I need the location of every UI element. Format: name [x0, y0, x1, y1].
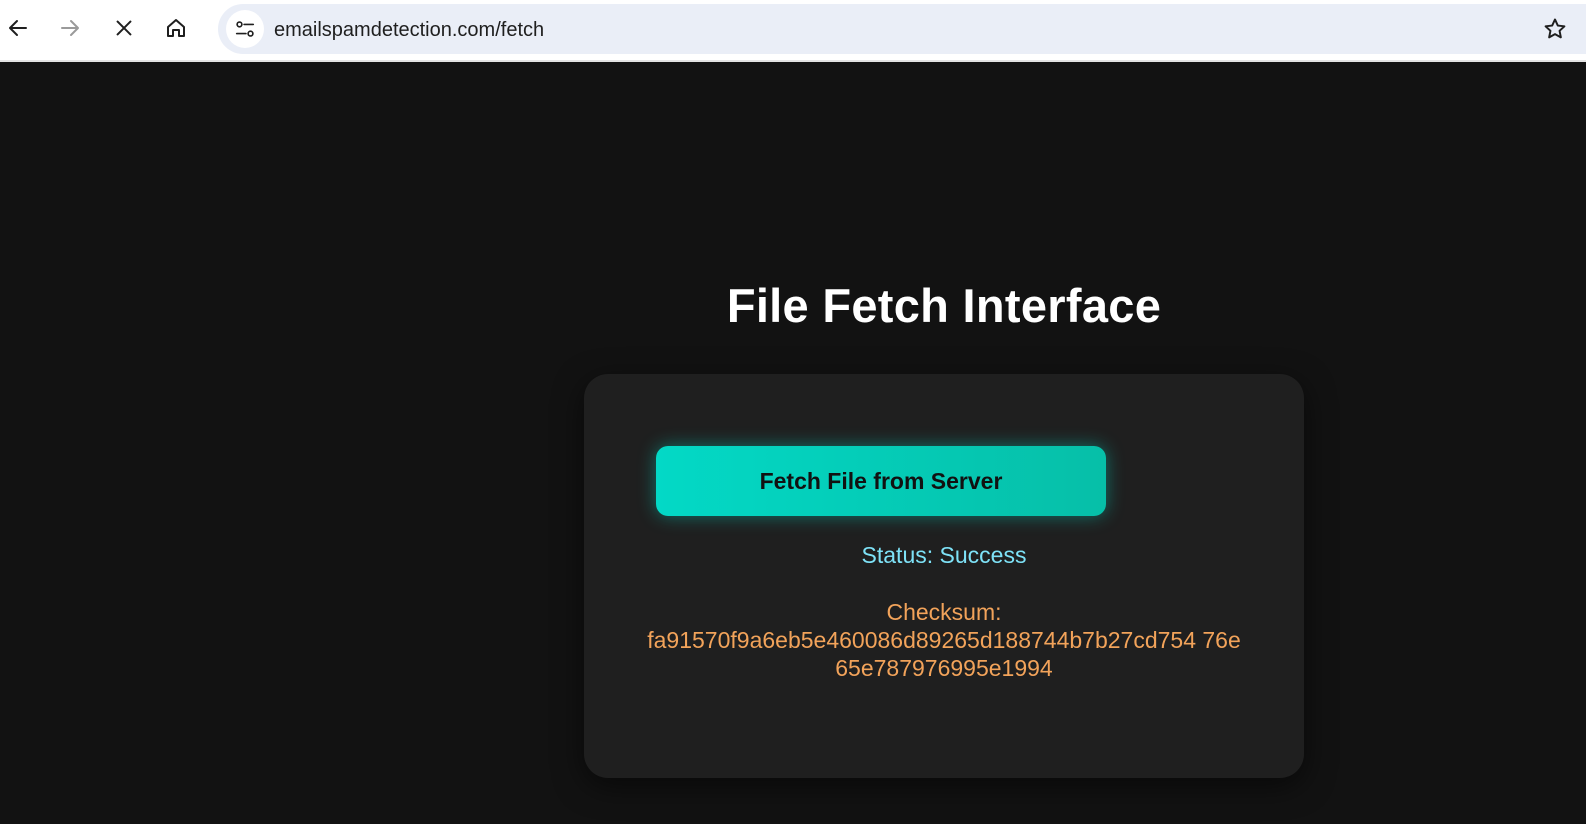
checksum-block: Checksum: fa91570f9a6eb5e460086d89265d18… — [644, 598, 1244, 682]
tune-icon — [235, 21, 255, 37]
arrow-right-icon — [61, 20, 79, 36]
url-text[interactable]: emailspamdetection.com/fetch — [274, 19, 544, 42]
address-bar[interactable]: emailspamdetection.com/fetch — [218, 4, 1586, 54]
home-button[interactable] — [158, 10, 194, 46]
checksum-label: Checksum: — [886, 599, 1002, 625]
site-info-button[interactable] — [226, 10, 264, 48]
page-content: File Fetch Interface Fetch File from Ser… — [0, 64, 1586, 824]
checksum-value: fa91570f9a6eb5e460086d89265d188744b7b27c… — [647, 627, 1241, 681]
stop-loading-button[interactable] — [106, 10, 142, 46]
fetch-card: Fetch File from Server Status: Success C… — [584, 374, 1304, 778]
star-icon[interactable] — [1542, 16, 1568, 42]
fetch-file-button[interactable]: Fetch File from Server — [656, 446, 1106, 516]
page-title: File Fetch Interface — [726, 279, 1162, 332]
arrow-left-icon — [9, 20, 27, 36]
status-text: Status: Success — [861, 542, 1027, 568]
home-icon — [167, 19, 185, 37]
close-icon — [116, 20, 132, 36]
browser-toolbar: emailspamdetection.com/fetch — [0, 0, 1586, 62]
back-button[interactable] — [0, 10, 36, 46]
forward-button[interactable] — [52, 10, 88, 46]
